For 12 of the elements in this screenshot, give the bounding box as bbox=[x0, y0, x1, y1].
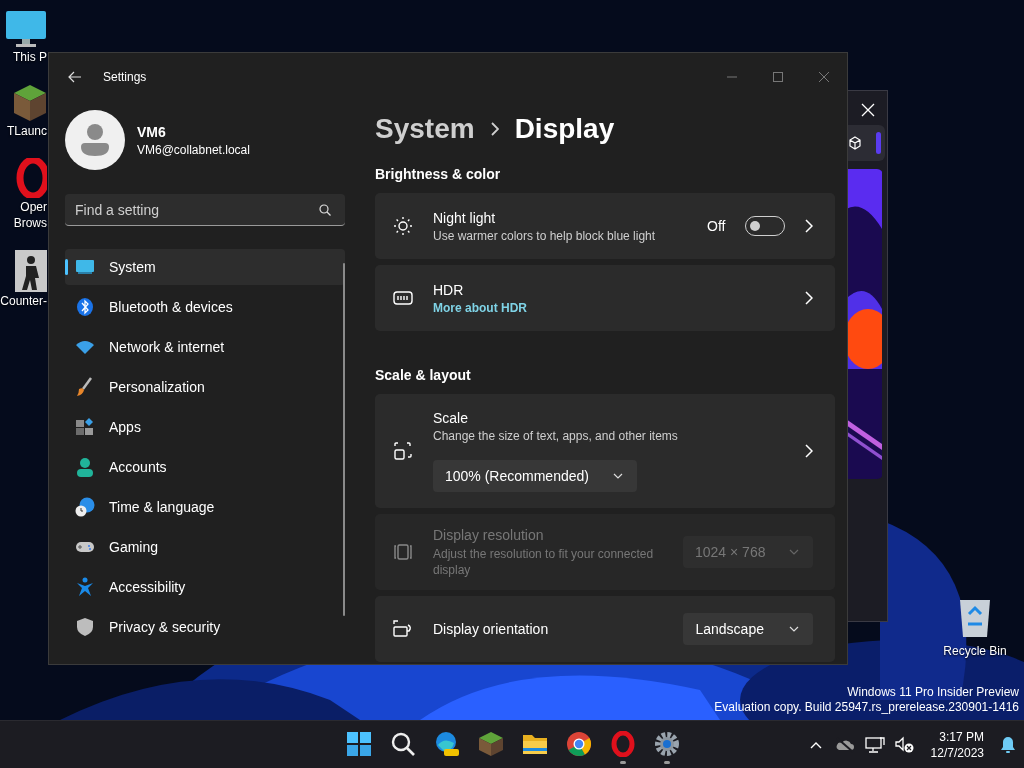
gear-icon bbox=[653, 731, 680, 757]
browser-icon bbox=[433, 731, 460, 757]
browser-icon bbox=[565, 731, 592, 757]
network-icon[interactable] bbox=[864, 735, 885, 754]
grass-block-icon bbox=[477, 731, 504, 757]
bell-icon[interactable] bbox=[1000, 735, 1016, 754]
clock[interactable]: 3:17 PM 12/7/2023 bbox=[924, 728, 990, 761]
chevron-up-icon bbox=[809, 740, 822, 749]
start-icon bbox=[345, 731, 372, 757]
search-icon bbox=[389, 731, 416, 757]
speaker-muted-icon[interactable] bbox=[894, 735, 915, 754]
ring-icon bbox=[609, 731, 636, 757]
